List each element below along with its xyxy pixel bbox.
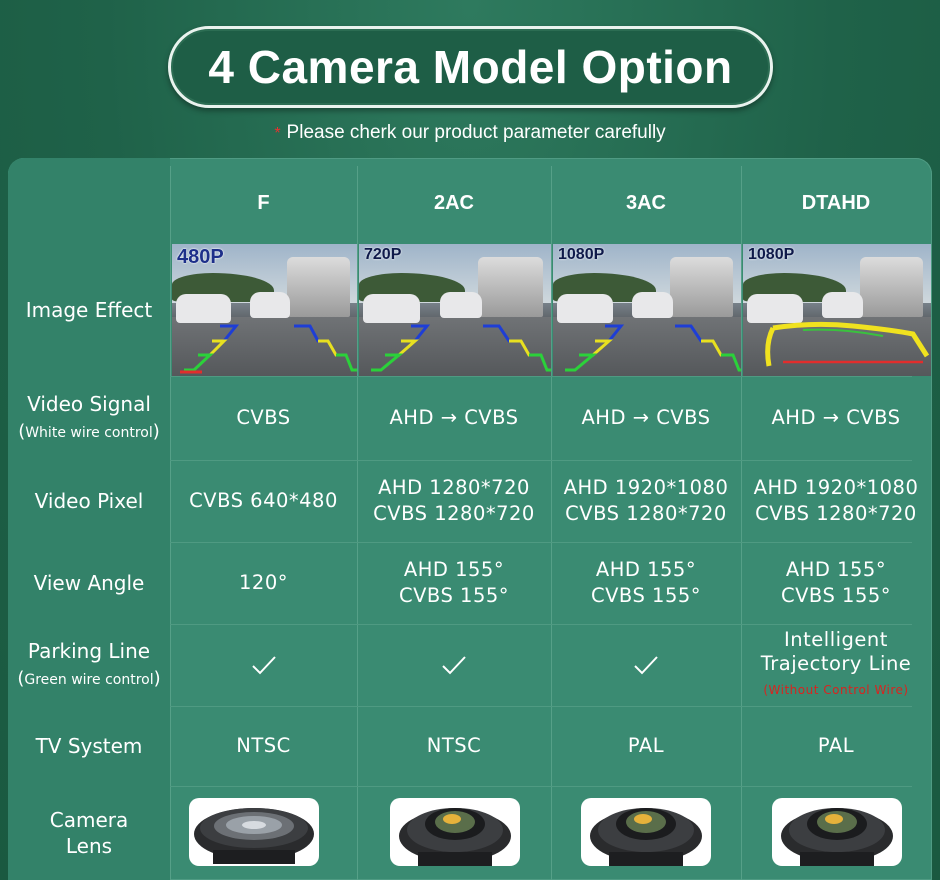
video-pixel-line: CVBS 1280*720 xyxy=(565,502,727,525)
label-text: Video Pixel xyxy=(34,489,144,513)
label-tv-system: TV System xyxy=(8,706,170,786)
label-note: Green wire control xyxy=(24,671,154,688)
view-angle-line: CVBS 155° xyxy=(590,584,702,607)
asterisk: * xyxy=(274,125,281,142)
subtitle: * Please cherk our product parameter care… xyxy=(0,122,940,144)
view-angle-line: AHD 155° xyxy=(785,558,887,581)
camera-lens-icon xyxy=(581,798,711,866)
image-effect-3ac: 1080P xyxy=(553,244,741,376)
header-2ac: 2AC xyxy=(433,191,474,214)
video-pixel-dtahd: AHD 1920*1080 CVBS 1280*720 xyxy=(741,460,931,542)
tv-system-f: NTSC xyxy=(236,734,291,757)
video-pixel-line: CVBS 640*480 xyxy=(189,489,338,512)
video-pixel-line: CVBS 1280*720 xyxy=(755,502,917,525)
video-pixel-line: AHD 1280*720 xyxy=(378,476,530,499)
video-pixel-f: CVBS 640*480 xyxy=(170,460,357,542)
video-pixel-line: AHD 1920*1080 xyxy=(563,476,729,499)
view-angle-line: CVBS 155° xyxy=(398,584,510,607)
label-text: Parking Line xyxy=(27,638,151,663)
video-signal-f: CVBS xyxy=(236,406,291,429)
label-text: View Angle xyxy=(33,571,145,595)
subtitle-text: Please cherk our product parameter caref… xyxy=(286,122,666,143)
parking-line-3ac xyxy=(551,624,741,706)
video-pixel-line: AHD 1920*1080 xyxy=(753,476,919,499)
label-text: Image Effect xyxy=(25,298,153,322)
view-angle-line: AHD 155° xyxy=(595,558,697,581)
image-effect-2ac: 720P xyxy=(359,244,551,376)
label-video-pixel: Video Pixel xyxy=(8,460,170,542)
video-signal-2ac: AHD → CVBS xyxy=(389,406,519,429)
label-view-angle: View Angle xyxy=(8,542,170,624)
parking-line-f xyxy=(170,624,357,706)
tv-system-2ac: NTSC xyxy=(426,734,482,757)
label-text: Lens xyxy=(65,834,113,858)
row-divider xyxy=(170,786,912,787)
parking-line-note: (Without Control Wire) xyxy=(763,683,909,697)
parking-line-text: Trajectory Line xyxy=(760,652,912,675)
label-text: Camera xyxy=(49,808,129,832)
view-angle-dtahd: AHD 155° CVBS 155° xyxy=(741,542,931,624)
video-pixel-3ac: AHD 1920*1080 CVBS 1280*720 xyxy=(551,460,741,542)
view-angle-3ac: AHD 155° CVBS 155° xyxy=(551,542,741,624)
tv-system-dtahd: PAL xyxy=(817,734,855,757)
page-title: 4 Camera Model Option xyxy=(208,41,733,93)
label-parking-line: Parking Line (Green wire control) xyxy=(17,638,161,689)
view-angle-2ac: AHD 155° CVBS 155° xyxy=(357,542,551,624)
parking-line-text: Intelligent xyxy=(784,628,888,651)
view-angle-line: AHD 155° xyxy=(403,558,505,581)
label-camera-lens: Camera Lens xyxy=(8,786,170,880)
video-pixel-2ac: AHD 1280*720 CVBS 1280*720 xyxy=(357,460,551,542)
parking-line-2ac xyxy=(357,624,551,706)
header-3ac: 3AC xyxy=(625,191,666,214)
image-effect-dtahd: 1080P xyxy=(743,244,931,376)
parking-line-dtahd: Intelligent Trajectory Line (Without Con… xyxy=(741,624,931,706)
camera-lens-icon xyxy=(390,798,520,866)
label-image-effect: Image Effect xyxy=(8,244,170,376)
resolution-tag: 480P xyxy=(177,246,224,268)
check-icon xyxy=(251,656,276,675)
check-icon xyxy=(634,656,658,675)
label-text: TV System xyxy=(35,734,143,758)
header-f: F xyxy=(257,191,270,214)
camera-lens-icon xyxy=(189,798,319,866)
tv-system-3ac: PAL xyxy=(627,734,665,757)
label-note: White wire control xyxy=(25,424,153,441)
video-signal-3ac: AHD → CVBS xyxy=(581,406,711,429)
view-angle-line: CVBS 155° xyxy=(780,584,892,607)
comparison-table: F 2AC 3AC DTAHD Image Effect Video Signa… xyxy=(8,158,932,880)
title-banner: 4 Camera Model Option xyxy=(168,26,773,108)
label-text: Video Signal xyxy=(27,391,151,416)
header-dtahd: DTAHD xyxy=(801,191,871,214)
resolution-tag: 1080P xyxy=(558,246,605,263)
view-angle-line: 120° xyxy=(239,571,288,594)
label-video-signal: Video Signal (White wire control) xyxy=(18,391,160,442)
camera-lens-icon xyxy=(772,798,902,866)
video-pixel-line: CVBS 1280*720 xyxy=(373,502,535,525)
image-effect-f: 480P xyxy=(172,244,357,376)
check-icon xyxy=(442,656,466,675)
view-angle-f: 120° xyxy=(170,542,357,624)
resolution-tag: 1080P xyxy=(748,246,795,263)
video-signal-dtahd: AHD → CVBS xyxy=(771,406,901,429)
resolution-tag: 720P xyxy=(364,246,402,263)
